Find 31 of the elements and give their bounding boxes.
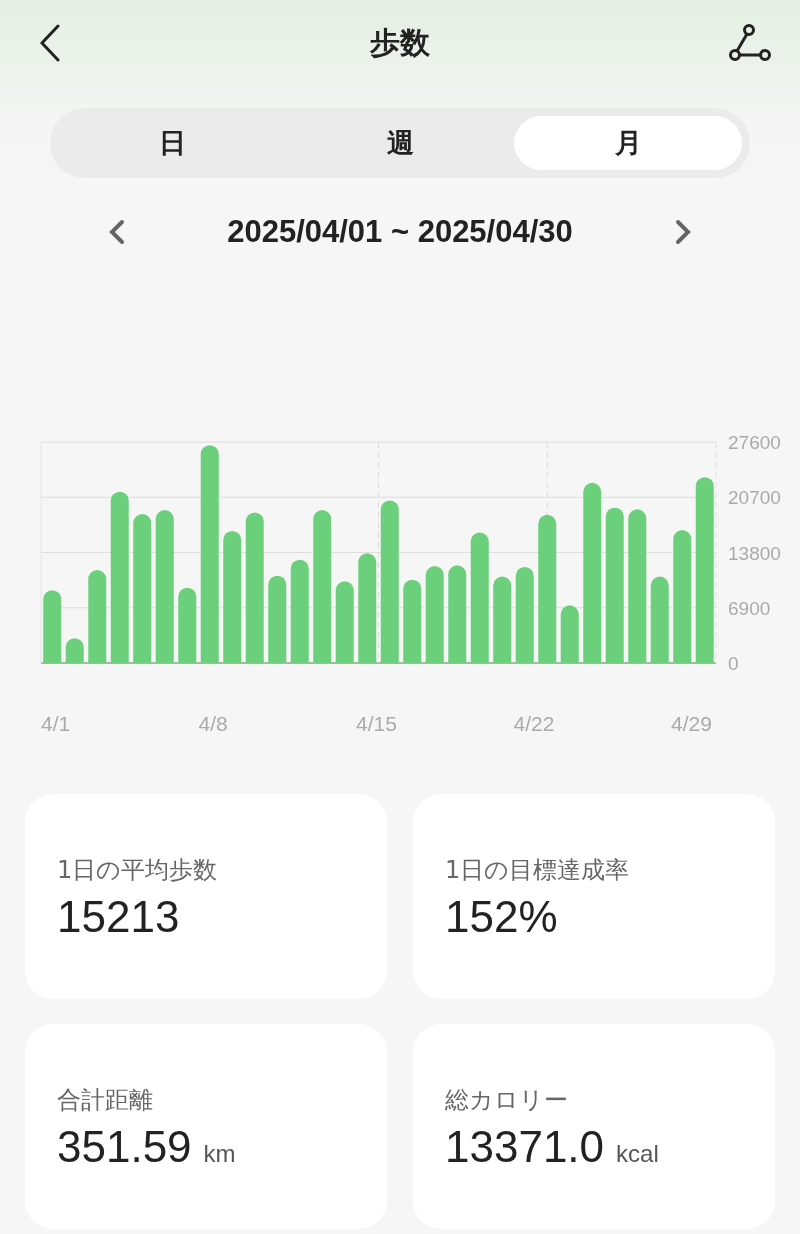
- bar: [560, 605, 579, 663]
- stat-unit: kcal: [616, 1140, 659, 1167]
- axis-label: 4/8: [198, 712, 228, 735]
- back-icon: [39, 24, 61, 62]
- period-tab[interactable]: 月: [514, 116, 742, 170]
- period-tab[interactable]: 日: [58, 116, 286, 170]
- stat-unit: km: [203, 1140, 236, 1167]
- axis-label: 4/29: [671, 712, 712, 735]
- bar: [65, 638, 84, 663]
- axis-label: 4/15: [356, 712, 397, 735]
- axis-label: 20700: [728, 487, 781, 509]
- stat-value: 15213: [57, 892, 180, 941]
- stat-value: 152%: [445, 892, 558, 941]
- stat-label: 合計距離: [57, 1085, 154, 1116]
- next-icon: [675, 219, 691, 245]
- axis-label: 13800: [728, 542, 781, 564]
- stat-value: 13371.0: [445, 1122, 605, 1171]
- axis-label: 0: [728, 653, 739, 674]
- stat-label: 1日の平均歩数: [57, 855, 219, 886]
- axis-label: 6900: [728, 597, 771, 619]
- date-range: 2025/04/01 ~ 2025/04/30: [227, 214, 573, 250]
- previous-icon: [109, 219, 125, 245]
- stat-label: 総カロリー: [445, 1085, 569, 1116]
- axis-label: 4/22: [513, 712, 555, 735]
- page-title: 歩数: [370, 23, 430, 62]
- route-icon: [728, 23, 772, 63]
- stat-label: 1日の目標達成率: [445, 855, 631, 886]
- axis-label: 4/1: [41, 712, 71, 735]
- axis-label: 27600: [728, 432, 781, 453]
- stat-value: 351.59: [57, 1122, 192, 1171]
- period-tab[interactable]: 週: [286, 116, 514, 170]
